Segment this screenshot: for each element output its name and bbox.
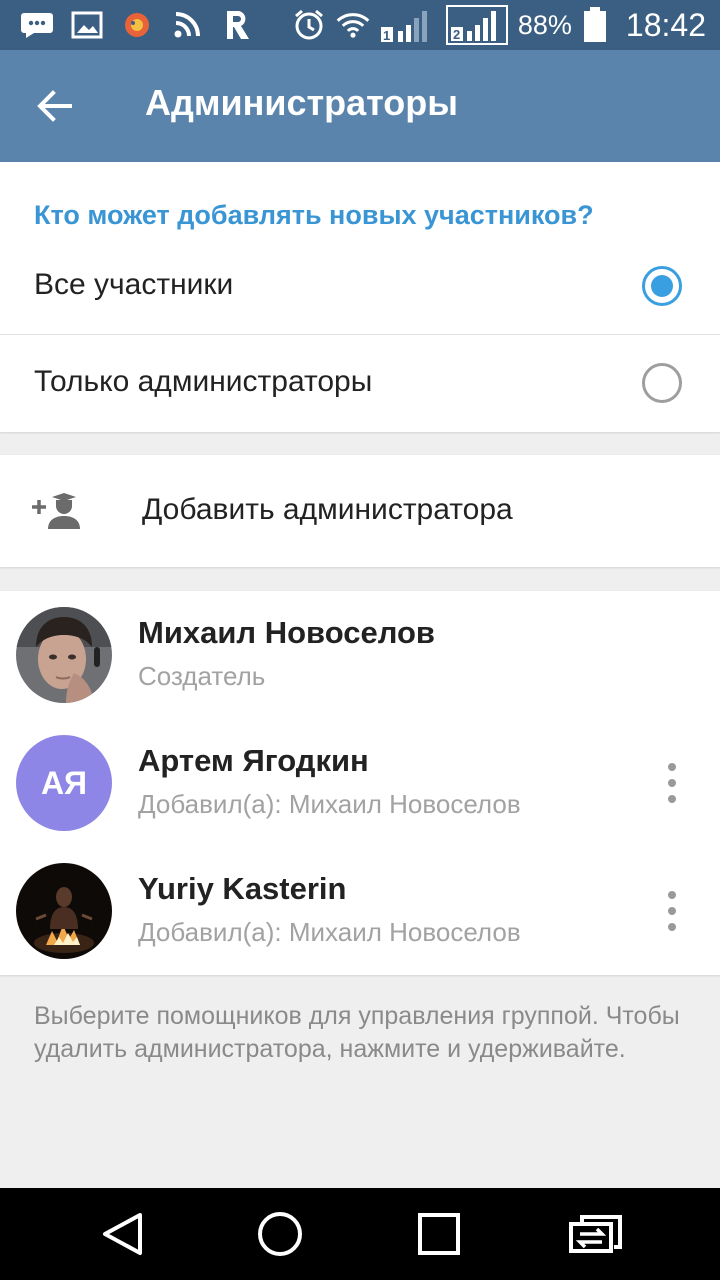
svg-text:1: 1 [383,28,390,43]
back-button[interactable] [24,78,84,134]
page-title: Администраторы [145,82,459,123]
option-all-members[interactable]: Все участники [0,238,720,334]
admin-name: Артем Ягодкин [138,743,369,778]
add-admin-icon [30,491,82,531]
more-vert-icon[interactable] [660,763,684,803]
admin-added-by: Добавил(а): Михаил Новоселов [138,917,521,947]
admin-row[interactable]: АЯ Артем Ягодкин Добавил(а): Михаил Ново… [0,719,720,847]
admin-row[interactable]: Yuriy Kasterin Добавил(а): Михаил Новосе… [0,847,720,975]
signal-sim1-icon: 1 [380,10,436,43]
signal-sim2-icon: 2 [445,5,508,45]
battery-icon [582,7,608,42]
back-triangle-icon[interactable] [92,1204,152,1264]
wifi-icon [336,10,370,40]
avatar-initials: АЯ [40,764,88,801]
avatar [16,863,112,959]
navigation-bar [0,1188,720,1280]
admins-list: Михаил Новоселов Создатель АЯ Артем Ягод… [0,591,720,975]
admin-name: Михаил Новоселов [138,615,435,650]
option-label: Только администраторы [34,365,373,398]
hint-text: Выберите помощников для управления групп… [34,1002,680,1063]
option-admins-only[interactable]: Только администраторы [0,334,720,430]
add-members-permission-card: Кто может добавлять новых участников? Вс… [0,162,720,432]
dual-window-icon[interactable] [566,1204,626,1264]
admin-row[interactable]: Михаил Новоселов Создатель [0,591,720,719]
clock: 18:42 [625,6,706,43]
alarm-icon [292,9,326,40]
add-admin-label: Добавить администратора [142,493,513,526]
battery-percent: 88% [517,9,572,40]
image-icon [70,10,104,40]
avatar [16,607,112,703]
system-status: 1 2 88% 18:42 [292,5,706,45]
option-label: Все участники [34,268,234,301]
avatar: АЯ [16,735,112,831]
admin-name: Yuriy Kasterin [138,871,347,906]
radio-unchecked-icon[interactable] [642,363,682,403]
notification-icons [20,6,254,44]
add-admin-button[interactable]: Добавить администратора [0,455,720,567]
radio-checked-icon[interactable] [642,266,682,306]
more-vert-icon[interactable] [660,891,684,931]
status-bar: 1 2 88% 18:42 [0,0,720,50]
chat-icon [20,10,54,40]
admin-added-by: Добавил(а): Михаил Новоселов [138,789,521,819]
arrow-back-icon [37,90,72,122]
svg-text:2: 2 [453,27,460,42]
recents-square-icon[interactable] [409,1204,469,1264]
app-bar: Администраторы [0,50,720,162]
admin-role: Создатель [138,661,266,691]
r-app-icon [220,10,254,40]
home-circle-icon[interactable] [250,1204,310,1264]
rss-icon [170,10,204,40]
section-header: Кто может добавлять новых участников? [34,200,594,230]
app-icon [120,10,154,40]
